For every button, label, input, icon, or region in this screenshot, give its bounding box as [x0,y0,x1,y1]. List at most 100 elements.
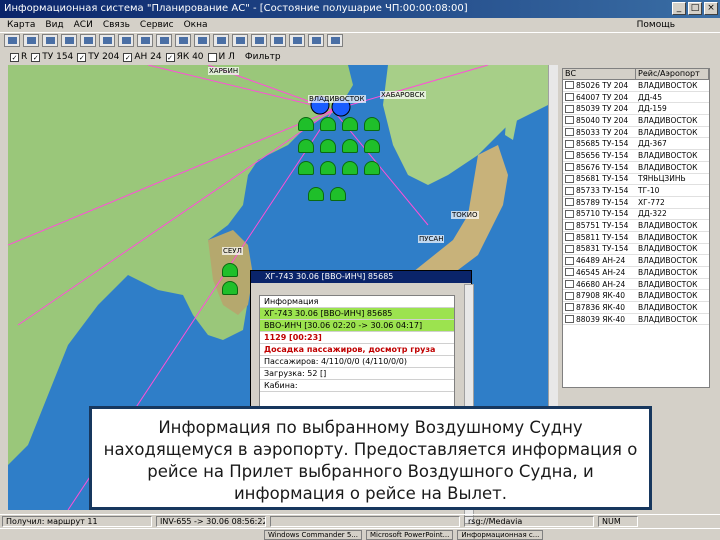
plane-icon[interactable] [222,281,238,295]
column-header-bc[interactable]: ВС [563,69,636,79]
menu-item-view[interactable]: Вид [40,20,68,30]
flight-row[interactable]: 85039 ТУ 204 ДД-159 [563,103,709,116]
toolbar-button-14[interactable] [251,34,267,47]
toolbar-button-4[interactable] [61,34,77,47]
flight-row[interactable]: 46545 АН-24 ВЛАДИВОСТОК [563,267,709,279]
menu-item-windows[interactable]: Окна [179,20,213,30]
flight-row[interactable]: 85033 ТУ 204 ВЛАДИВОСТОК [563,127,709,139]
flight-row[interactable]: 87908 ЯК-40 ВЛАДИВОСТОК [563,290,709,303]
row-checkbox[interactable] [565,291,574,300]
row-checkbox[interactable] [565,151,574,160]
toolbar-button-13[interactable] [232,34,248,47]
flight-row[interactable]: 85733 ТУ-154 ТГ-10 [563,185,709,197]
filter-tu204[interactable]: ✓ ТУ 204 [77,52,119,62]
toolbar-button-12[interactable] [213,34,229,47]
plane-icon[interactable] [330,187,346,201]
taskbar-item[interactable]: Информационная с... [457,529,544,540]
row-checkbox[interactable] [565,128,574,137]
checkbox[interactable]: ✓ [77,52,87,62]
row-checkbox[interactable] [565,198,574,207]
toolbar-button-18[interactable] [327,34,343,47]
row-checkbox[interactable] [565,93,574,102]
flight-row[interactable]: 85811 ТУ-154 ВЛАДИВОСТОК [563,232,709,244]
checkbox[interactable]: ✓ [31,52,41,62]
filter-il[interactable]: И Л [207,52,235,62]
menu-item-connection[interactable]: Связь [98,20,135,30]
minimize-button[interactable]: _ [672,2,686,15]
flight-row[interactable]: 64007 ТУ 204 ДД-45 [563,92,709,104]
plane-icon[interactable] [364,139,380,153]
row-checkbox[interactable] [565,209,574,218]
menu-item-map[interactable]: Карта [2,20,40,30]
flight-row[interactable]: 85831 ТУ-154 ВЛАДИВОСТОК [563,244,709,256]
flight-row[interactable]: 88039 ЯК-40 ВЛАДИВОСТОК [563,314,709,326]
row-checkbox[interactable] [565,315,574,324]
flight-row[interactable]: 46489 АН-24 ВЛАДИВОСТОК [563,255,709,267]
toolbar-button-16[interactable] [289,34,305,47]
plane-icon[interactable] [298,161,314,175]
row-checkbox[interactable] [565,303,574,312]
toolbar-button-5[interactable] [80,34,96,47]
row-checkbox[interactable] [565,104,574,113]
toolbar-button-7[interactable] [118,34,134,47]
plane-icon[interactable] [364,117,380,131]
row-checkbox[interactable] [565,268,574,277]
row-checkbox[interactable] [565,116,574,125]
checkbox[interactable]: ✓ [123,52,133,62]
row-checkbox[interactable] [565,174,574,183]
toolbar-button-10[interactable] [175,34,191,47]
row-checkbox[interactable] [565,280,574,289]
filter-yak40[interactable]: ✓ ЯК 40 [165,52,204,62]
row-checkbox[interactable] [565,186,574,195]
row-checkbox[interactable] [565,244,574,253]
row-checkbox[interactable] [565,139,574,148]
flight-row[interactable]: 85685 ТУ-154 ДД-367 [563,138,709,151]
flight-row[interactable]: 85656 ТУ-154 ВЛАДИВОСТОК [563,150,709,162]
plane-icon[interactable] [320,139,336,153]
plane-icon[interactable] [298,139,314,153]
toolbar-button-17[interactable] [308,34,324,47]
toolbar-button-9[interactable] [156,34,172,47]
toolbar-button-2[interactable] [23,34,39,47]
close-button[interactable]: × [704,2,718,15]
checkbox[interactable]: ✓ [165,52,175,62]
row-checkbox[interactable] [565,163,574,172]
flight-row[interactable]: 46680 АН-24 ВЛАДИВОСТОК [563,279,709,291]
plane-icon[interactable] [342,161,358,175]
flight-row[interactable]: 85026 ТУ 204 ВЛАДИВОСТОК [563,80,709,92]
filter-button[interactable]: Фильтр [245,52,281,62]
menu-item-help[interactable]: Помощь [632,20,680,30]
flight-row[interactable]: 85710 ТУ-154 ДД-322 [563,209,709,221]
toolbar-button-15[interactable] [270,34,286,47]
flight-row[interactable]: 85040 ТУ 204 ВЛАДИВОСТОК [563,115,709,127]
row-checkbox[interactable] [565,81,574,90]
row-checkbox[interactable] [565,233,574,242]
row-checkbox[interactable] [565,221,574,230]
plane-icon[interactable] [308,187,324,201]
flight-row[interactable]: 85681 ТУ-154 ТЯНЬЦЗИНЬ [563,174,709,186]
flight-row[interactable]: 87836 ЯК-40 ВЛАДИВОСТОК [563,302,709,314]
maximize-button[interactable]: □ [688,2,702,15]
filter-r[interactable]: ✓ R [10,52,27,62]
row-checkbox[interactable] [565,256,574,265]
menu-item-service[interactable]: Сервис [135,20,179,30]
plane-icon[interactable] [320,161,336,175]
plane-icon[interactable] [364,161,380,175]
plane-icon[interactable] [298,117,314,131]
column-header-route[interactable]: Рейс/Аэропорт [636,69,709,79]
menu-item-asi[interactable]: АСИ [69,20,98,30]
taskbar-item[interactable]: Microsoft PowerPoint... [366,529,454,540]
filter-tu154[interactable]: ✓ ТУ 154 [31,52,73,62]
checkbox[interactable] [207,52,217,62]
toolbar-button-3[interactable] [42,34,58,47]
checkbox[interactable]: ✓ [10,52,19,62]
plane-icon[interactable] [320,117,336,131]
flight-row[interactable]: 85676 ТУ-154 ВЛАДИВОСТОК [563,162,709,174]
flight-row[interactable]: 85751 ТУ-154 ВЛАДИВОСТОК [563,220,709,232]
plane-icon[interactable] [342,117,358,131]
plane-icon[interactable] [222,263,238,277]
flight-row[interactable]: 85789 ТУ-154 ХГ-772 [563,197,709,209]
taskbar-item[interactable]: Windows Commander 5... [264,529,362,540]
toolbar-button-11[interactable] [194,34,210,47]
toolbar-button-8[interactable] [137,34,153,47]
